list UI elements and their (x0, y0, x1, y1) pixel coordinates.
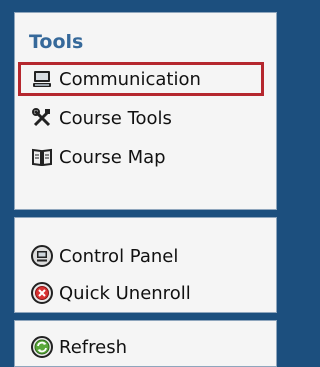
menu-item-label: Communication (59, 68, 201, 90)
menu-item-label: Course Tools (59, 107, 172, 129)
menu-item-course-map[interactable]: Course Map (18, 140, 264, 174)
tools-icon (31, 107, 53, 129)
refresh-label: Refresh (59, 336, 127, 358)
tools-menu-frame: Tools Communication Course Tools Course … (14, 12, 277, 367)
menu-item-quick-unenroll[interactable]: Quick Unenroll (18, 276, 264, 310)
tools-title: Tools (29, 31, 84, 53)
computer-icon (31, 68, 53, 90)
menu-item-control-panel[interactable]: Control Panel (18, 239, 264, 273)
refresh-panel: Refresh (14, 320, 277, 367)
tools-panel: Tools Communication Course Tools Course … (14, 12, 277, 210)
unenroll-icon (31, 282, 53, 304)
menu-item-course-tools[interactable]: Course Tools (18, 101, 264, 135)
refresh-icon (31, 336, 53, 358)
menu-item-label: Quick Unenroll (59, 282, 191, 304)
menu-item-communication[interactable]: Communication (18, 62, 264, 96)
admin-panel: Control Panel Quick Unenroll (14, 217, 277, 313)
menu-item-label: Course Map (59, 146, 166, 168)
refresh-button[interactable]: Refresh (18, 330, 264, 364)
control-panel-icon (31, 245, 53, 267)
map-book-icon (31, 146, 53, 168)
menu-item-label: Control Panel (59, 245, 179, 267)
